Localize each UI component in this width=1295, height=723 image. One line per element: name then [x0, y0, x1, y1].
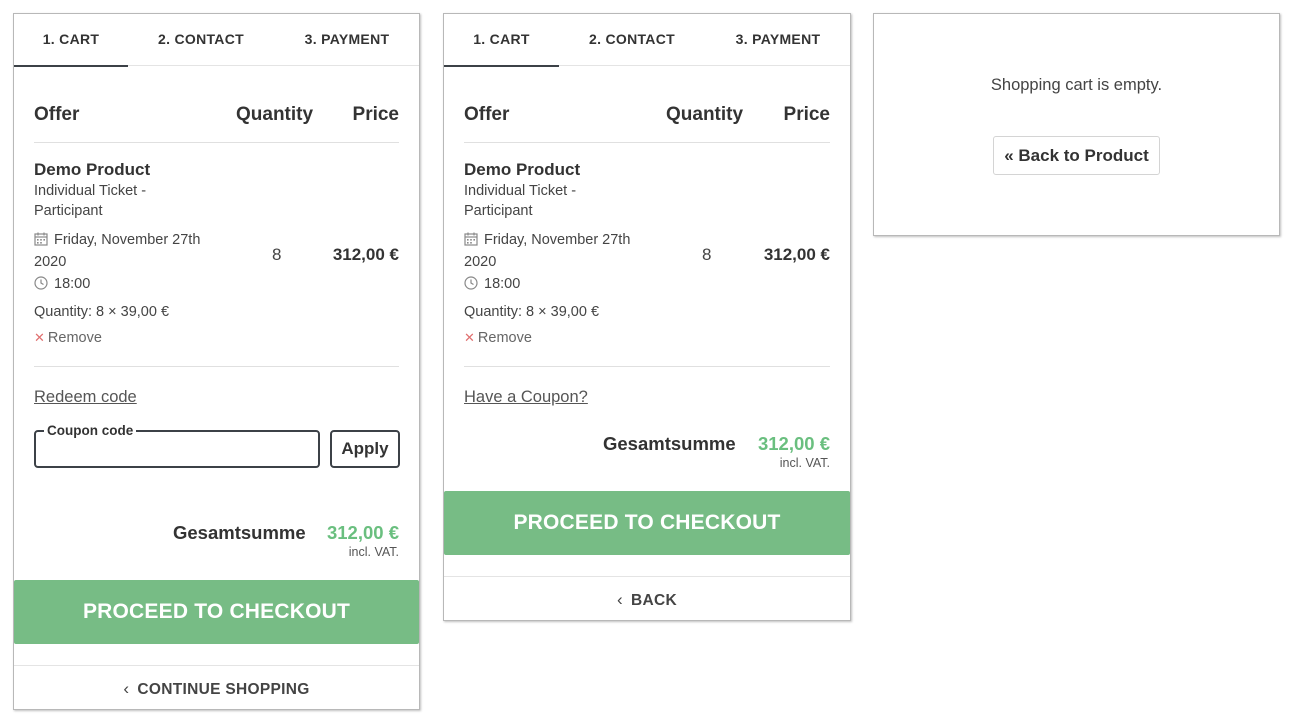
product-name: Demo Product: [464, 160, 581, 179]
total-label: Gesamtsumme: [603, 433, 736, 454]
item-price: 312,00 €: [763, 245, 830, 264]
clock-icon: [464, 276, 478, 296]
coupon-code-input[interactable]: Coupon code: [34, 423, 320, 468]
event-time: 18:00: [34, 274, 90, 296]
price-column-header: Price: [783, 104, 830, 125]
event-date-text: Friday, November 27th 2020: [464, 232, 631, 270]
offer-column-header: Offer: [464, 104, 510, 125]
total-value: 312,00 €: [326, 522, 399, 543]
offer-column-header: Offer: [34, 104, 80, 125]
back-label: BACK: [630, 592, 677, 609]
cart-panel-with-coupon-form: 1. CART 2. CONTACT 3. PAYMENT Offer Quan…: [13, 13, 420, 710]
continue-shopping-button[interactable]: ‹ CONTINUE SHOPPING: [14, 665, 419, 711]
remove-item-link[interactable]: ✕ Remove: [34, 330, 102, 346]
calendar-icon: [464, 232, 478, 252]
event-date: Friday, November 27th 2020: [34, 230, 224, 272]
proceed-to-checkout-button[interactable]: PROCEED TO CHECKOUT: [444, 491, 850, 555]
chevron-left-icon: ‹: [123, 679, 130, 698]
event-date-text: Friday, November 27th 2020: [34, 232, 201, 270]
coupon-code-label: Coupon code: [44, 423, 137, 438]
apply-coupon-button[interactable]: Apply: [330, 430, 400, 468]
checkout-steps: 1. CART 2. CONTACT 3. PAYMENT: [444, 14, 851, 67]
checkout-steps: 1. CART 2. CONTACT 3. PAYMENT: [14, 14, 420, 67]
item-quantity: 8: [272, 245, 282, 264]
event-time-text: 18:00: [484, 276, 521, 292]
item-divider: [464, 366, 830, 367]
calendar-icon: [34, 232, 48, 252]
remove-icon: ✕: [34, 330, 45, 345]
tab-payment[interactable]: 3. PAYMENT: [705, 14, 851, 66]
tab-contact[interactable]: 2. CONTACT: [128, 14, 274, 66]
event-time-text: 18:00: [54, 276, 91, 292]
total-value: 312,00 €: [757, 433, 830, 454]
have-a-coupon-link[interactable]: Have a Coupon?: [464, 388, 588, 407]
empty-cart-panel: Shopping cart is empty. « Back to Produc…: [873, 13, 1280, 236]
clock-icon: [34, 276, 48, 296]
total-label: Gesamtsumme: [173, 522, 306, 543]
back-to-product-button[interactable]: « Back to Product: [993, 136, 1160, 175]
event-date: Friday, November 27th 2020: [464, 230, 654, 272]
vat-note: incl. VAT.: [779, 456, 830, 470]
quantity-column-header: Quantity: [236, 104, 314, 125]
item-divider: [34, 366, 399, 367]
quantity-detail: Quantity: 8 × 39,00 €: [34, 304, 170, 320]
header-divider: [34, 142, 399, 143]
chevron-left-icon: ‹: [617, 590, 623, 609]
item-price: 312,00 €: [332, 245, 399, 264]
empty-cart-message: Shopping cart is empty.: [990, 76, 1163, 94]
back-button[interactable]: ‹ BACK: [444, 576, 850, 622]
remove-item-link[interactable]: ✕ Remove: [464, 330, 532, 346]
tab-payment[interactable]: 3. PAYMENT: [274, 14, 420, 66]
tab-contact[interactable]: 2. CONTACT: [559, 14, 705, 66]
product-description: Individual Ticket - Participant: [464, 183, 577, 219]
item-quantity: 8: [702, 245, 712, 264]
product-name: Demo Product: [34, 160, 151, 179]
quantity-column-header: Quantity: [666, 104, 744, 125]
proceed-to-checkout-button[interactable]: PROCEED TO CHECKOUT: [14, 580, 419, 644]
redeem-code-link[interactable]: Redeem code: [34, 388, 137, 407]
tab-cart[interactable]: 1. CART: [444, 14, 559, 67]
vat-note: incl. VAT.: [348, 545, 399, 559]
remove-icon: ✕: [464, 330, 475, 345]
tab-cart[interactable]: 1. CART: [14, 14, 128, 67]
product-description: Individual Ticket - Participant: [34, 183, 147, 219]
header-divider: [464, 142, 830, 143]
remove-label: Remove: [47, 330, 102, 346]
continue-shopping-label: CONTINUE SHOPPING: [137, 681, 310, 698]
quantity-detail: Quantity: 8 × 39,00 €: [464, 304, 600, 320]
remove-label: Remove: [477, 330, 532, 346]
price-column-header: Price: [352, 104, 399, 125]
event-time: 18:00: [464, 274, 520, 296]
cart-panel-collapsed-coupon: 1. CART 2. CONTACT 3. PAYMENT Offer Quan…: [443, 13, 851, 621]
